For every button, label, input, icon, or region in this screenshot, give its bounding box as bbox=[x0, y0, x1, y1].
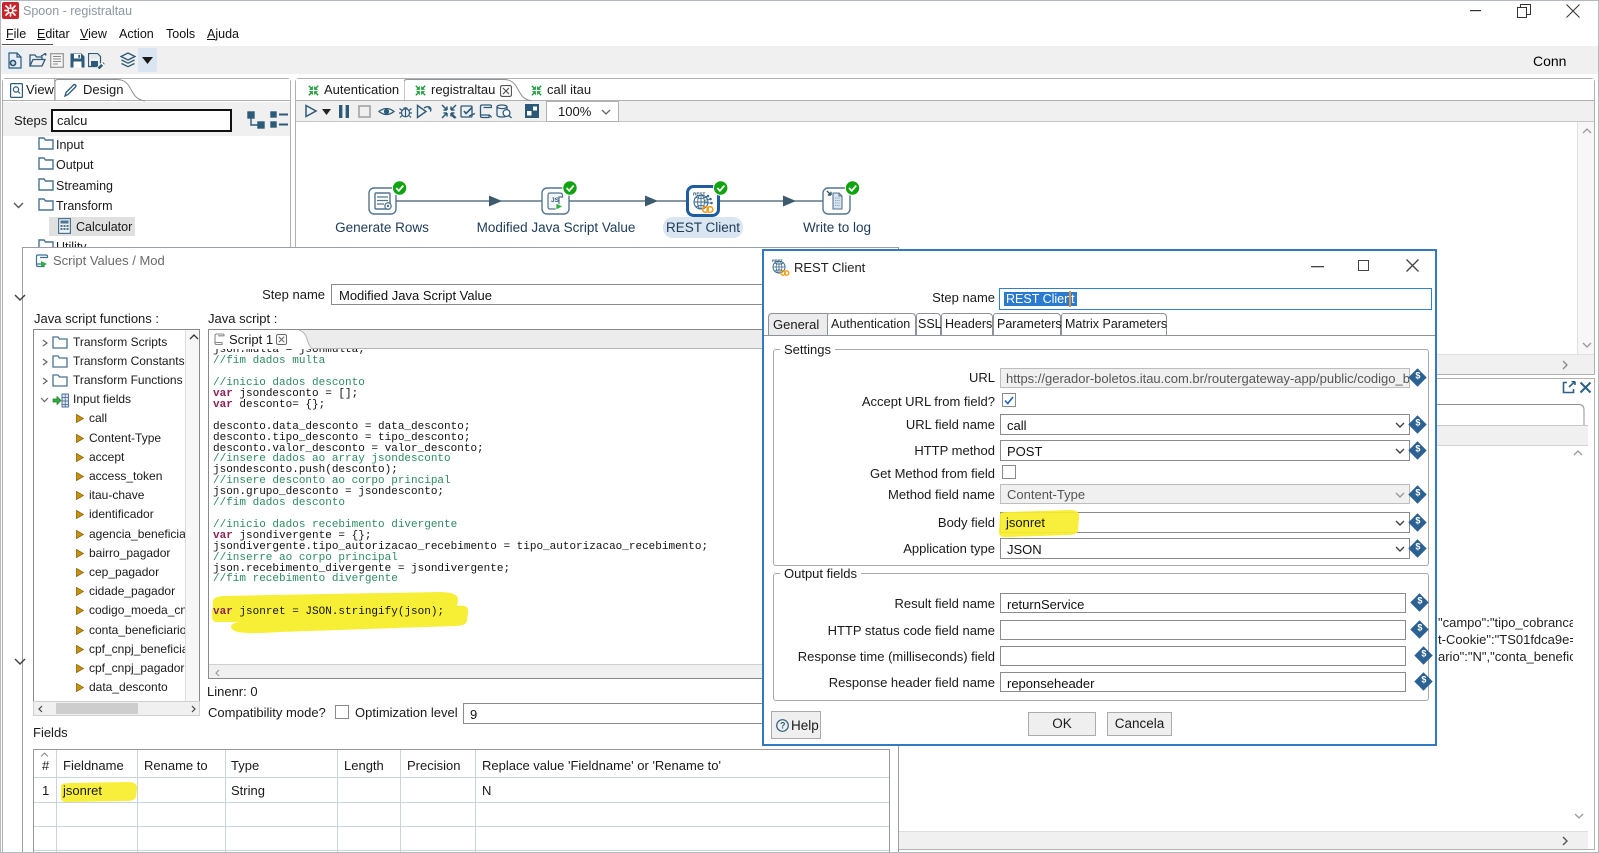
svg-text:JS: JS bbox=[551, 197, 560, 204]
svg-text:?: ? bbox=[780, 721, 786, 731]
svg-text:REST: REST bbox=[772, 258, 783, 263]
